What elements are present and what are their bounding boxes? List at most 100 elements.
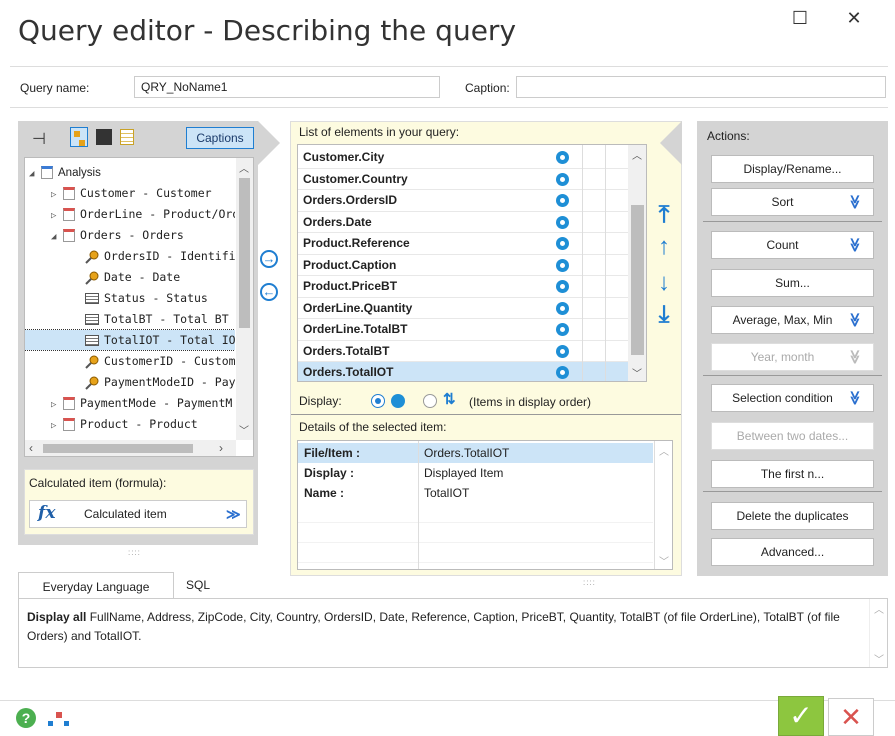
expand-toggle-icon[interactable]: ◢ [51,227,63,247]
eye-icon[interactable] [556,237,569,250]
scroll-left-icon[interactable]: ‹ [29,441,33,455]
eye-icon[interactable] [556,172,569,186]
list-vertical-scrollbar[interactable]: ︿ ﹀ [628,145,646,381]
eye-icon[interactable] [556,323,569,336]
move-up-icon[interactable]: ↑ [651,234,677,260]
action-button-advanced[interactable]: Advanced... [711,538,874,566]
tree-item[interactable]: CustomerID - Custom [25,351,235,371]
scroll-right-icon[interactable]: › [219,441,223,455]
cancel-button[interactable]: ✕ [828,698,874,736]
action-button-between-two-dates[interactable]: Between two dates... [711,422,874,450]
maximize-button[interactable]: ☐ [782,4,818,32]
remove-item-arrow-icon[interactable]: ← [260,283,278,301]
help-icon[interactable]: ? [16,708,36,728]
tree-vertical-scrollbar[interactable]: ︿ ﹀ [236,158,253,440]
tree-item[interactable]: ◢ Analysis [25,162,235,182]
tree-view-icon[interactable] [70,127,88,147]
captions-button[interactable]: Captions [186,127,254,149]
details-scrollbar[interactable]: ︿ ﹀ [654,441,672,569]
query-item-row[interactable]: Customer.City [298,147,628,169]
action-button-sort[interactable]: Sort ≫ [711,188,874,216]
tree-view[interactable]: ◢ Analysis ▷ Customer - Customer ▷ OrderLine … [24,157,254,457]
tree-item[interactable]: ▷ Product - Product [25,414,235,432]
scroll-up-icon[interactable]: ︿ [239,160,249,175]
scroll-down-icon[interactable]: ﹀ [239,422,249,437]
move-down-icon[interactable]: ↓ [651,270,677,296]
action-button-average-max-min[interactable]: Average, Max, Min ≫ [711,306,874,334]
display-radio-visible[interactable] [371,394,385,408]
query-name-input[interactable]: QRY_NoName1 [134,76,440,98]
splitter-handle[interactable]: :::: [583,578,596,587]
action-button-sum[interactable]: Sum... [711,269,874,297]
eye-icon[interactable] [556,194,569,207]
eye-icon[interactable] [556,280,569,293]
query-item-row[interactable]: OrderLine.Quantity [298,298,628,319]
action-button-year-month[interactable]: Year, month ≫ [711,343,874,371]
eye-icon[interactable] [556,215,569,229]
scroll-up-icon[interactable]: ︿ [874,601,884,616]
collapse-tree-icon[interactable]: ⊣ [32,129,46,149]
query-items-list[interactable]: Customer.City Customer.Country Orders.Orde… [297,144,647,382]
query-item-row[interactable]: Product.Reference [298,233,628,255]
expand-toggle-icon[interactable]: ◢ [29,164,41,184]
splitter-handle[interactable]: :::: [128,548,141,557]
chevron-down-icon: ≫ [226,506,241,522]
tree-item[interactable]: ▷ Customer - Customer [25,183,235,203]
tree-horizontal-scrollbar[interactable]: ‹ › [25,440,236,456]
database-diagram-icon[interactable] [48,710,70,728]
display-radio-order[interactable] [423,394,437,408]
eye-icon[interactable] [556,258,569,272]
action-button-count[interactable]: Count ≫ [711,231,874,259]
query-item-row[interactable]: Orders.TotalBT [298,341,628,362]
book-icon[interactable] [96,129,112,145]
tree-item[interactable]: TotalIOT - Total IOT [25,329,235,351]
scroll-down-icon[interactable]: ﹀ [874,651,884,666]
eye-icon[interactable] [556,151,569,164]
close-button[interactable]: ✕ [836,4,872,32]
eye-icon[interactable] [556,344,569,358]
expand-toggle-icon[interactable]: ▷ [51,416,63,432]
eye-icon[interactable] [556,301,569,315]
expand-toggle-icon[interactable]: ▷ [51,206,63,226]
tree-item[interactable]: OrdersID - Identifier [25,246,235,266]
action-button-display-rename[interactable]: Display/Rename... [711,155,874,183]
tree-item[interactable]: Date - Date [25,267,235,287]
query-item-row[interactable]: Orders.TotalIOT [298,362,628,381]
query-item-row[interactable]: Product.Caption [298,255,628,276]
ok-button[interactable]: ✓ [778,696,824,736]
move-top-icon[interactable]: ⤒ [651,202,677,228]
tree-item[interactable]: TotalBT - Total BT [25,309,235,329]
tree-item[interactable]: PaymentModeID - Pay [25,372,235,392]
query-item-row[interactable]: Orders.Date [298,212,628,233]
eye-icon[interactable] [556,366,569,379]
grid-icon[interactable] [120,129,134,145]
tab-sql[interactable]: SQL [186,578,210,592]
action-button-the-first-n[interactable]: The first n... [711,460,874,488]
tree-item[interactable]: Status - Status [25,288,235,308]
calculated-item-button[interactable]: fx Calculated item ≫ [29,500,247,528]
scroll-up-icon[interactable]: ︿ [659,443,669,458]
query-item-label: Orders.TotalIOT [303,365,394,379]
query-item-row[interactable]: OrderLine.TotalBT [298,319,628,341]
tree-item[interactable]: ▷ OrderLine - Product/Ord [25,204,235,224]
action-button-delete-the-duplicates[interactable]: Delete the duplicates [711,502,874,530]
add-item-arrow-icon[interactable]: → [260,250,278,268]
scroll-thumb[interactable] [239,178,250,328]
expand-toggle-icon[interactable]: ▷ [51,395,63,415]
hscroll-thumb[interactable] [43,444,193,453]
action-button-selection-condition[interactable]: Selection condition ≫ [711,384,874,412]
query-item-row[interactable]: Product.PriceBT [298,276,628,298]
query-item-row[interactable]: Orders.OrdersID [298,190,628,212]
description-scrollbar[interactable]: ︿ ﹀ [869,599,888,667]
scroll-down-icon[interactable]: ﹀ [659,553,669,568]
query-item-row[interactable]: Customer.Country [298,169,628,190]
scroll-down-icon[interactable]: ﹀ [632,365,642,380]
tab-everyday-language[interactable]: Everyday Language [18,572,174,600]
move-bottom-icon[interactable]: ⤓ [651,302,677,328]
expand-toggle-icon[interactable]: ▷ [51,185,63,205]
caption-input[interactable] [516,76,886,98]
scroll-up-icon[interactable]: ︿ [632,147,642,162]
scroll-thumb[interactable] [631,205,644,355]
tree-item[interactable]: ▷ PaymentMode - PaymentM [25,393,235,413]
tree-item[interactable]: ◢ Orders - Orders [25,225,235,245]
